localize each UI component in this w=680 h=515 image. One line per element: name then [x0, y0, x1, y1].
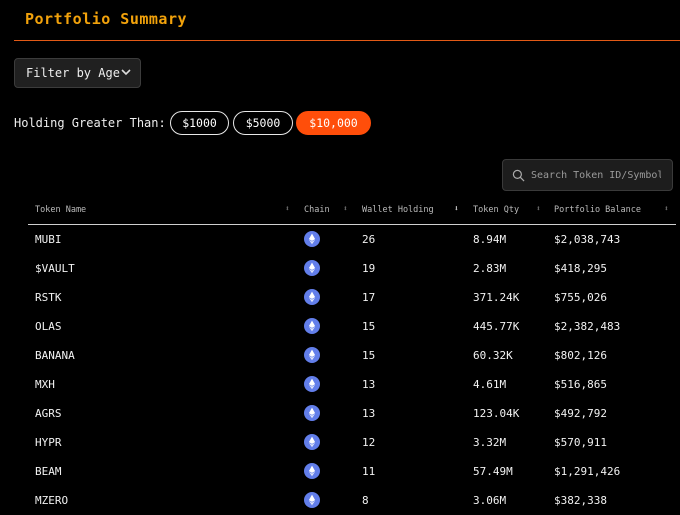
search-input[interactable] [531, 169, 661, 181]
token-name-cell: RSTK [35, 291, 62, 304]
search-icon [512, 169, 525, 181]
title-divider [14, 40, 680, 41]
table-row[interactable]: RSTK 17 371.24K $755,026 [28, 283, 676, 312]
column-header-wallet-holding[interactable]: Wallet Holding [362, 205, 434, 215]
portfolio-balance-cell: $2,038,743 [554, 233, 621, 246]
table-row[interactable]: BEAM 11 57.49M $1,291,426 [28, 457, 676, 486]
token-name-cell: MZERO [35, 494, 69, 507]
sort-desc-icon[interactable]: ⬇ [454, 205, 459, 213]
search-box[interactable] [502, 159, 673, 191]
ethereum-icon [304, 318, 320, 334]
holding-filter-label: Holding Greater Than: [14, 116, 166, 130]
sort-icon[interactable]: ⬍ [664, 205, 669, 213]
wallet-holding-cell: 15 [362, 320, 376, 333]
token-qty-cell: 57.49M [473, 465, 513, 478]
token-qty-cell: 3.06M [473, 494, 507, 507]
ethereum-icon [304, 463, 320, 479]
ethereum-icon [304, 289, 320, 305]
wallet-holding-cell: 8 [362, 494, 369, 507]
token-qty-cell: 60.32K [473, 349, 513, 362]
filter-label: Filter by Age [26, 66, 120, 80]
wallet-holding-cell: 13 [362, 378, 376, 391]
token-name-cell: AGRS [35, 407, 62, 420]
token-name-cell: BEAM [35, 465, 62, 478]
wallet-holding-cell: 13 [362, 407, 376, 420]
wallet-holding-cell: 26 [362, 233, 376, 246]
portfolio-balance-cell: $755,026 [554, 291, 607, 304]
portfolio-balance-cell: $418,295 [554, 262, 607, 275]
token-name-cell: BANANA [35, 349, 75, 362]
wallet-holding-cell: 19 [362, 262, 376, 275]
portfolio-balance-cell: $2,382,483 [554, 320, 621, 333]
table-row[interactable]: OLAS 15 445.77K $2,382,483 [28, 312, 676, 341]
token-qty-cell: 445.77K [473, 320, 520, 333]
token-qty-cell: 371.24K [473, 291, 520, 304]
token-name-cell: HYPR [35, 436, 62, 449]
token-qty-cell: 2.83M [473, 262, 507, 275]
ethereum-icon [304, 231, 320, 247]
ethereum-icon [304, 492, 320, 508]
token-qty-cell: 4.61M [473, 378, 507, 391]
sort-icon[interactable]: ⬍ [285, 205, 290, 213]
ethereum-icon [304, 434, 320, 450]
table-row[interactable]: MUBI 26 8.94M $2,038,743 [28, 225, 676, 254]
column-header-token-qty[interactable]: Token Qty [473, 205, 519, 215]
token-name-cell: MXH [35, 378, 55, 391]
portfolio-balance-cell: $1,291,426 [554, 465, 621, 478]
wallet-holding-cell: 11 [362, 465, 376, 478]
portfolio-balance-cell: $570,911 [554, 436, 607, 449]
holding-option-5000[interactable]: $5000 [233, 111, 293, 135]
column-header-portfolio-balance[interactable]: Portfolio Balance [554, 205, 641, 215]
table-row[interactable]: $VAULT 19 2.83M $418,295 [28, 254, 676, 283]
column-header-chain[interactable]: Chain [304, 205, 330, 215]
table-header: Token Name ⬍ Chain ⬍ Wallet Holding ⬇ To… [28, 198, 676, 225]
wallet-holding-cell: 12 [362, 436, 376, 449]
table-row[interactable]: AGRS 13 123.04K $492,792 [28, 399, 676, 428]
table-row[interactable]: HYPR 12 3.32M $570,911 [28, 428, 676, 457]
holding-option-1000[interactable]: $1000 [170, 111, 229, 135]
column-header-token-name[interactable]: Token Name [35, 205, 86, 215]
page-title: Portfolio Summary [25, 10, 188, 28]
token-qty-cell: 123.04K [473, 407, 520, 420]
ethereum-icon [304, 347, 320, 363]
token-name-cell: MUBI [35, 233, 62, 246]
portfolio-balance-cell: $802,126 [554, 349, 607, 362]
chevron-down-icon [121, 69, 131, 76]
sort-icon[interactable]: ⬍ [343, 205, 348, 213]
ethereum-icon [304, 260, 320, 276]
wallet-holding-cell: 17 [362, 291, 376, 304]
portfolio-balance-cell: $492,792 [554, 407, 607, 420]
table-row[interactable]: BANANA 15 60.32K $802,126 [28, 341, 676, 370]
token-qty-cell: 8.94M [473, 233, 507, 246]
ethereum-icon [304, 376, 320, 392]
wallet-holding-cell: 15 [362, 349, 376, 362]
table-row[interactable]: MXH 13 4.61M $516,865 [28, 370, 676, 399]
holding-option-10000[interactable]: $10,000 [296, 111, 371, 135]
ethereum-icon [304, 405, 320, 421]
sort-icon[interactable]: ⬍ [536, 205, 541, 213]
portfolio-balance-cell: $516,865 [554, 378, 607, 391]
token-name-cell: OLAS [35, 320, 62, 333]
filter-by-age-select[interactable]: Filter by Age [14, 58, 141, 88]
portfolio-balance-cell: $382,338 [554, 494, 607, 507]
token-name-cell: $VAULT [35, 262, 75, 275]
token-qty-cell: 3.32M [473, 436, 507, 449]
